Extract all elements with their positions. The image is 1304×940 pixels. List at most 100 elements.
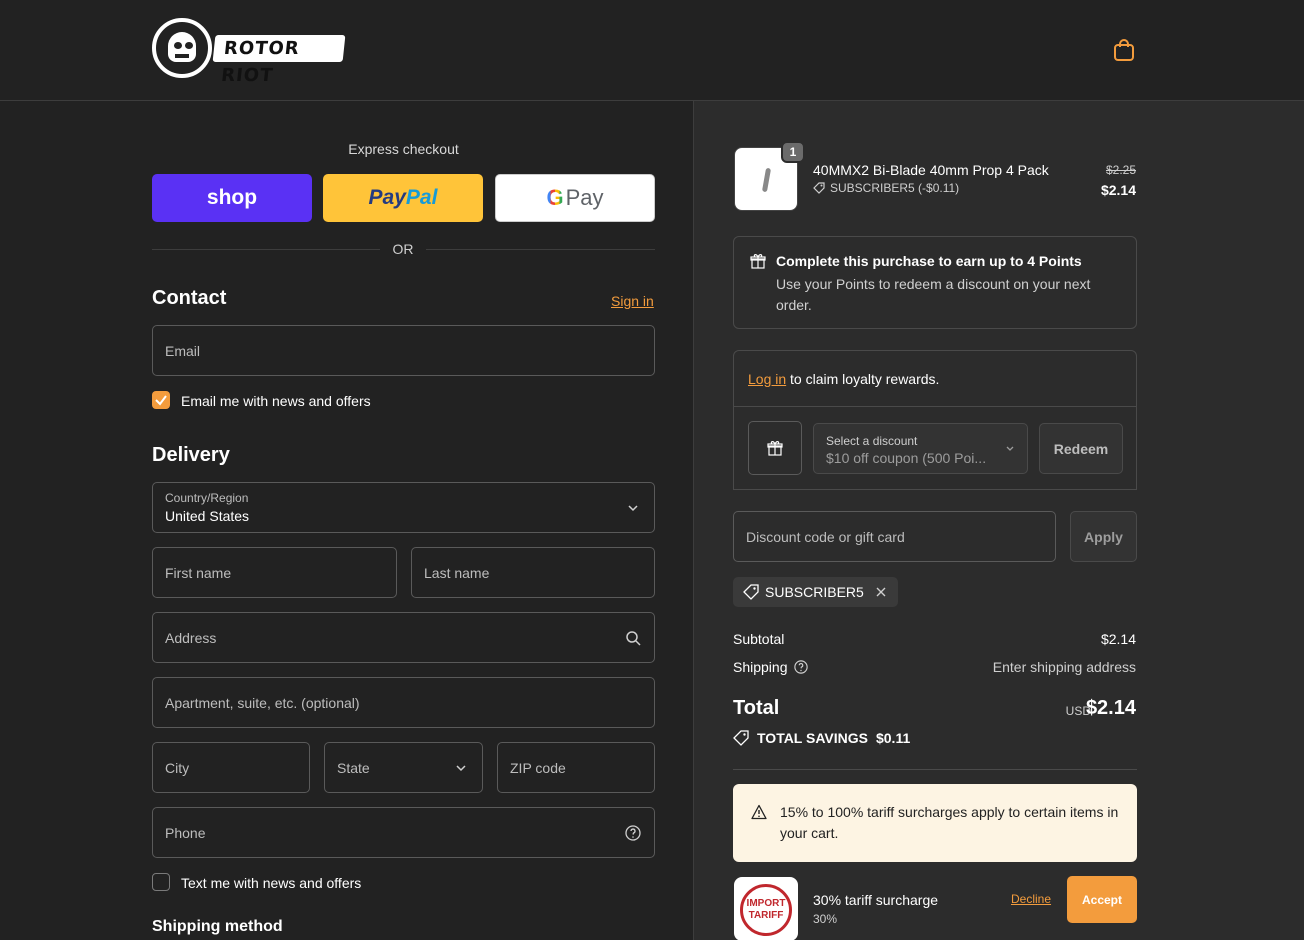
first-name-field[interactable]: First name <box>152 547 397 598</box>
zip-placeholder: ZIP code <box>510 759 566 776</box>
product-discount: SUBSCRIBER5 (-$0.11) <box>813 181 959 195</box>
gift-icon <box>750 254 766 269</box>
checkout-form: Express checkout shop Pay Pal G Pay OR Con… <box>0 101 693 940</box>
text-news-checkbox[interactable] <box>152 873 170 891</box>
shipping-value: Enter shipping address <box>992 659 1136 675</box>
email-placeholder: Email <box>165 342 201 359</box>
tariff-warning-text: 15% to 100% tariff surcharges apply to c… <box>780 804 1119 841</box>
sign-in-link[interactable]: Sign in <box>611 293 654 309</box>
contact-title: Contact <box>152 287 227 309</box>
google-pay-label: Pay <box>565 185 604 210</box>
checkmark-icon <box>155 395 167 406</box>
chevron-down-icon <box>628 505 638 512</box>
address-placeholder: Address <box>165 629 217 646</box>
first-name-placeholder: First name <box>165 564 232 581</box>
loyalty-divider <box>734 406 1136 407</box>
email-news-checkbox[interactable] <box>152 391 170 409</box>
discount-select-label: Select a discount <box>826 434 918 448</box>
order-summary: 1 40MMX2 Bi-Blade 40mm Prop 4 Pack SUBSC… <box>693 101 1304 940</box>
discount-select-value: $10 off coupon (500 Poi... <box>826 450 987 466</box>
tariff-name: 30% tariff surcharge <box>813 892 939 908</box>
decline-link[interactable]: Decline <box>1011 892 1051 906</box>
apply-button[interactable]: Apply <box>1070 511 1137 562</box>
text-news-label: Text me with news and offers <box>181 875 362 891</box>
site-header: ROTOR RIOT <box>0 0 1304 101</box>
google-pay-button[interactable]: G Pay <box>495 174 655 222</box>
tag-icon <box>743 584 759 600</box>
email-field[interactable]: Email <box>152 325 655 376</box>
close-icon[interactable] <box>874 585 888 599</box>
savings-value: $0.11 <box>875 730 911 746</box>
country-select[interactable]: Country/Region United States <box>152 482 655 533</box>
subtotal-value: $2.14 <box>1100 631 1136 647</box>
loyalty-login-text: to claim loyalty rewards. <box>790 371 940 387</box>
warning-icon <box>751 804 767 820</box>
search-icon <box>626 631 641 646</box>
city-placeholder: City <box>165 759 190 776</box>
redeem-button[interactable]: Redeem <box>1039 423 1123 474</box>
seal-line-2: TARIFF <box>748 910 784 921</box>
apartment-placeholder: Apartment, suite, etc. (optional) <box>165 694 360 711</box>
tariff-warning: 15% to 100% tariff surcharges apply to c… <box>733 784 1137 862</box>
zip-field[interactable]: ZIP code <box>497 742 655 793</box>
applied-discount-code: SUBSCRIBER5 <box>765 584 864 600</box>
paypal-button[interactable]: Pay Pal <box>323 174 483 222</box>
shopping-bag-icon[interactable] <box>1113 38 1135 62</box>
item-price: $2.14 <box>1100 182 1136 198</box>
paypal-label-pal: Pal <box>405 186 438 209</box>
tariff-thumbnail: IMPORT TARIFF <box>734 877 798 940</box>
shop-pay-button[interactable]: shop <box>152 174 312 222</box>
subtotal-label: Subtotal <box>733 631 785 647</box>
google-g-icon: G <box>546 185 564 210</box>
last-name-placeholder: Last name <box>424 564 490 581</box>
shipping-method-title: Shipping method <box>152 918 283 935</box>
phone-placeholder: Phone <box>165 824 206 841</box>
product-name: 40MMX2 Bi-Blade 40mm Prop 4 Pack <box>813 162 1049 178</box>
rotor-riot-logo[interactable]: ROTOR RIOT <box>152 18 346 86</box>
points-text: Use your Points to redeem a discount on … <box>776 276 1091 313</box>
loyalty-login-row: Log in to claim loyalty rewards. <box>748 371 939 387</box>
express-checkout-title: Express checkout <box>348 141 459 157</box>
chevron-down-icon <box>1006 446 1014 451</box>
state-placeholder: State <box>337 759 370 776</box>
shipping-row-label: Shipping <box>733 659 808 675</box>
product-discount-text: SUBSCRIBER5 (-$0.11) <box>830 181 960 195</box>
phone-field[interactable]: Phone <box>152 807 655 858</box>
log-in-link[interactable]: Log in <box>748 371 786 387</box>
gift-icon <box>767 441 783 456</box>
address-field[interactable]: Address <box>152 612 655 663</box>
discount-code-placeholder: Discount code or gift card <box>746 528 905 545</box>
tariff-percent: 30% <box>813 912 838 926</box>
summary-divider <box>733 769 1137 770</box>
country-label: Country/Region <box>165 491 249 505</box>
total-savings: TOTAL SAVINGS $0.11 <box>733 730 910 746</box>
brand-name: ROTOR RIOT <box>212 35 346 86</box>
help-circle-icon[interactable] <box>793 660 808 674</box>
discount-code-input[interactable]: Discount code or gift card <box>733 511 1056 562</box>
paypal-label-pay: Pay <box>368 186 406 209</box>
loyalty-panel: Log in to claim loyalty rewards. Select … <box>733 350 1137 490</box>
delivery-title: Delivery <box>152 444 230 466</box>
skull-icon <box>152 18 212 78</box>
total-label: Total <box>733 697 780 719</box>
or-label: OR <box>380 241 426 257</box>
discount-select[interactable]: Select a discount $10 off coupon (500 Po… <box>813 423 1028 474</box>
quantity-badge: 1 <box>781 141 805 163</box>
apartment-field[interactable]: Apartment, suite, etc. (optional) <box>152 677 655 728</box>
help-circle-icon[interactable] <box>625 825 641 841</box>
chevron-down-icon <box>456 765 466 772</box>
accept-button[interactable]: Accept <box>1067 876 1137 923</box>
tag-icon <box>733 730 749 746</box>
state-select[interactable]: State <box>324 742 483 793</box>
gift-button[interactable] <box>748 421 802 475</box>
city-field[interactable]: City <box>152 742 310 793</box>
shipping-label: Shipping <box>733 659 788 675</box>
email-news-label: Email me with news and offers <box>181 393 371 409</box>
seal-line-1: IMPORT <box>746 898 786 909</box>
import-tariff-seal: IMPORT TARIFF <box>740 884 792 936</box>
tag-icon <box>813 182 825 194</box>
last-name-field[interactable]: Last name <box>411 547 655 598</box>
shop-pay-label: shop <box>206 186 258 209</box>
country-value: United States <box>165 508 250 524</box>
applied-discount-chip: SUBSCRIBER5 <box>733 577 898 607</box>
